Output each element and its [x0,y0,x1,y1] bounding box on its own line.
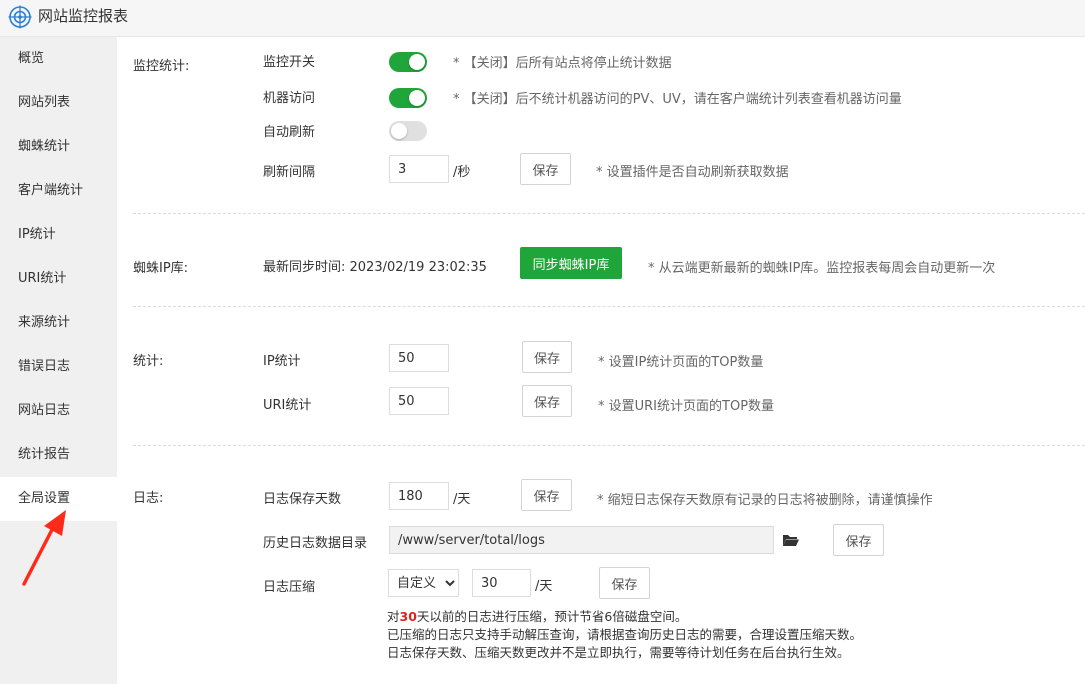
sidebar-item-error-log[interactable]: 错误日志 [0,345,117,389]
app-title: 网站监控报表 [38,7,129,25]
ip-top-input[interactable] [389,344,449,372]
refresh-interval-save-button[interactable]: 保存 [520,153,571,185]
divider [133,445,1085,446]
uri-top-label: URI统计 [263,398,312,413]
annotation-arrow-icon [22,510,66,586]
refresh-interval-input[interactable] [389,155,449,183]
spider-hint: * 从云端更新最新的蜘蛛IP库。监控报表每周会自动更新一次 [648,261,996,276]
refresh-interval-unit: /秒 [453,165,471,180]
note-suffix: 天以前的日志进行压缩，预计节省6倍磁盘空间。 [416,609,688,624]
uri-top-input[interactable] [389,387,449,415]
auto-refresh-label: 自动刷新 [263,125,316,140]
section-label-spider: 蜘蛛IP库: [133,261,189,276]
sidebar-item-client-stats[interactable]: 客户端统计 [0,169,117,213]
sidebar-item-report[interactable]: 统计报告 [0,433,117,477]
refresh-interval-hint: * 设置插件是否自动刷新获取数据 [596,165,789,180]
auto-refresh-toggle[interactable] [389,121,427,141]
sync-time-text: 最新同步时间: 2023/02/19 23:02:35 [263,260,487,275]
log-compress-mode-select[interactable]: 自定义 [388,569,459,597]
uri-top-hint: * 设置URI统计页面的TOP数量 [598,399,775,414]
note-prefix: 对 [387,609,400,624]
divider [133,213,1085,214]
monitor-switch-label: 监控开关 [263,55,316,70]
sync-spider-ip-button[interactable]: 同步蜘蛛IP库 [520,247,622,279]
log-compress-note: 对30天以前的日志进行压缩，预计节省6倍磁盘空间。 已压缩的日志只支持手动解压查… [387,608,862,662]
log-dir-input[interactable] [389,526,774,554]
sidebar-item-site-list[interactable]: 网站列表 [0,81,117,125]
section-label-monitor: 监控统计: [133,59,190,74]
ip-top-save-button[interactable]: 保存 [522,341,572,373]
folder-open-icon[interactable] [782,533,800,547]
log-compress-days-input[interactable] [472,569,531,597]
bot-access-toggle[interactable] [389,88,427,108]
uri-top-save-button[interactable]: 保存 [522,385,572,417]
sidebar-item-site-log[interactable]: 网站日志 [0,389,117,433]
note-line-2: 已压缩的日志只支持手动解压查询，请根据查询历史日志的需要，合理设置压缩天数。 [387,627,863,642]
log-compress-days-unit: /天 [535,579,553,594]
sidebar-item-ip-stats[interactable]: IP统计 [0,213,117,257]
section-label-stats: 统计: [133,354,164,369]
bot-access-label: 机器访问 [263,91,316,106]
note-compress-days: 30 [399,609,417,624]
divider [133,306,1085,307]
bot-access-hint: * 【关闭】后不统计机器访问的PV、UV，请在客户端统计列表查看机器访问量 [453,92,902,107]
log-keep-days-unit: /天 [453,492,471,507]
monitor-switch-toggle[interactable] [389,52,427,72]
log-dir-label: 历史日志数据目录 [263,536,368,551]
log-dir-save-button[interactable]: 保存 [833,524,884,556]
log-keep-days-save-button[interactable]: 保存 [521,479,572,511]
monitor-switch-hint: * 【关闭】后所有站点将停止统计数据 [453,56,672,71]
log-keep-days-label: 日志保存天数 [263,492,342,507]
log-compress-label: 日志压缩 [263,580,316,595]
ip-top-label: IP统计 [263,354,301,369]
globe-target-icon [8,5,32,29]
log-keep-days-hint: * 缩短日志保存天数原有记录的日志将被删除，请谨慎操作 [597,493,933,508]
title-bar: 网站监控报表 [0,0,1085,37]
note-line-3: 日志保存天数、压缩天数更改并不是立即执行，需要等待计划任务在后台执行生效。 [387,645,850,660]
log-compress-save-button[interactable]: 保存 [599,567,650,599]
sidebar-item-uri-stats[interactable]: URI统计 [0,257,117,301]
ip-top-hint: * 设置IP统计页面的TOP数量 [598,355,764,370]
refresh-interval-label: 刷新间隔 [263,165,316,180]
section-label-logs: 日志: [133,491,164,506]
sidebar-item-overview[interactable]: 概览 [0,37,117,81]
sidebar-item-referer-stats[interactable]: 来源统计 [0,301,117,345]
sidebar-item-spider-stats[interactable]: 蜘蛛统计 [0,125,117,169]
log-keep-days-input[interactable] [389,482,449,510]
settings-panel: 监控统计: 监控开关 * 【关闭】后所有站点将停止统计数据 机器访问 * 【关闭… [117,37,1085,684]
